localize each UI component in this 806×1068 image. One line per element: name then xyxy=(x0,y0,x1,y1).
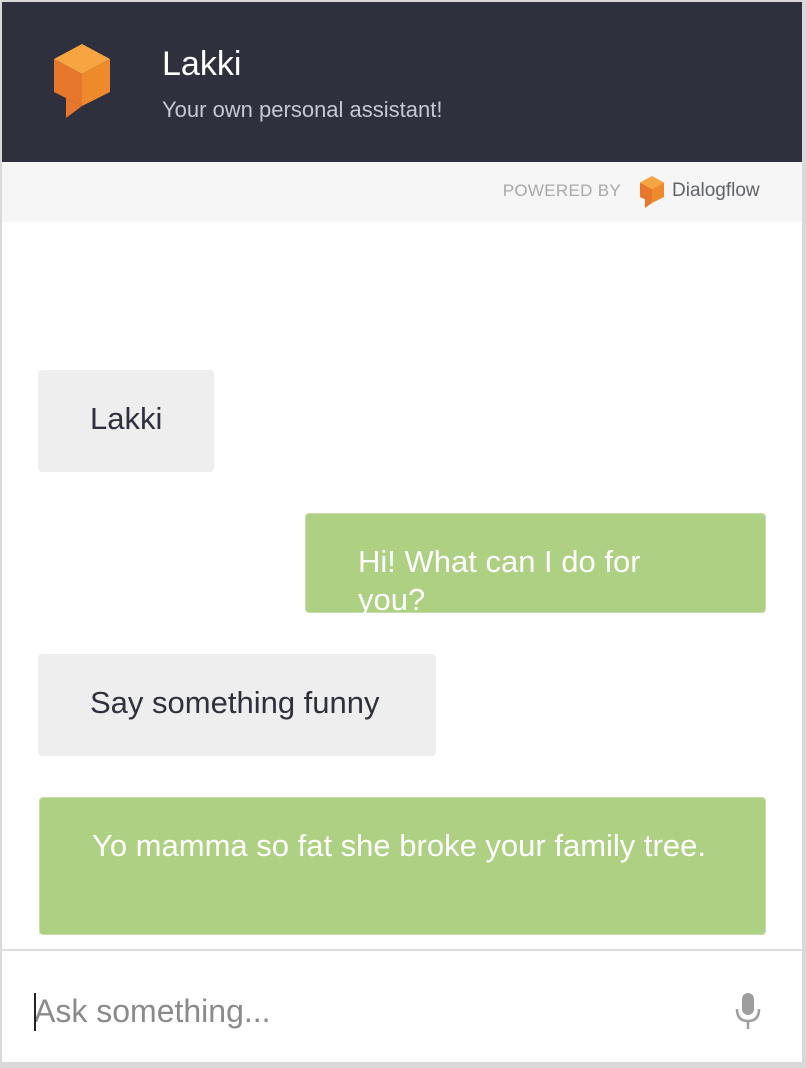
query-input[interactable] xyxy=(34,989,694,1033)
microphone-icon[interactable] xyxy=(732,991,764,1031)
user-message: Say something funny xyxy=(38,654,436,756)
agent-message: Yo mamma so fat she broke your family tr… xyxy=(39,797,766,935)
message-list: Lakki Hi! What can I do for you? Say som… xyxy=(2,222,802,949)
agent-header: Lakki Your own personal assistant! xyxy=(2,2,802,162)
powered-by-bar: POWERED BY Dialogflow xyxy=(2,162,802,222)
agent-description: Your own personal assistant! xyxy=(162,97,443,122)
user-message: Lakki xyxy=(38,370,214,472)
powered-by-label: POWERED BY xyxy=(502,181,621,200)
dialogflow-logo-icon xyxy=(640,176,664,208)
dialogflow-brand-name: Dialogflow xyxy=(672,180,760,201)
text-caret xyxy=(34,993,36,1031)
dialogflow-cube-icon xyxy=(54,44,110,118)
query-input-bar xyxy=(2,949,802,1062)
agent-message: Hi! What can I do for you? xyxy=(305,513,766,617)
chat-window: Lakki Your own personal assistant! POWER… xyxy=(2,2,802,1062)
agent-name: Lakki xyxy=(162,45,242,83)
